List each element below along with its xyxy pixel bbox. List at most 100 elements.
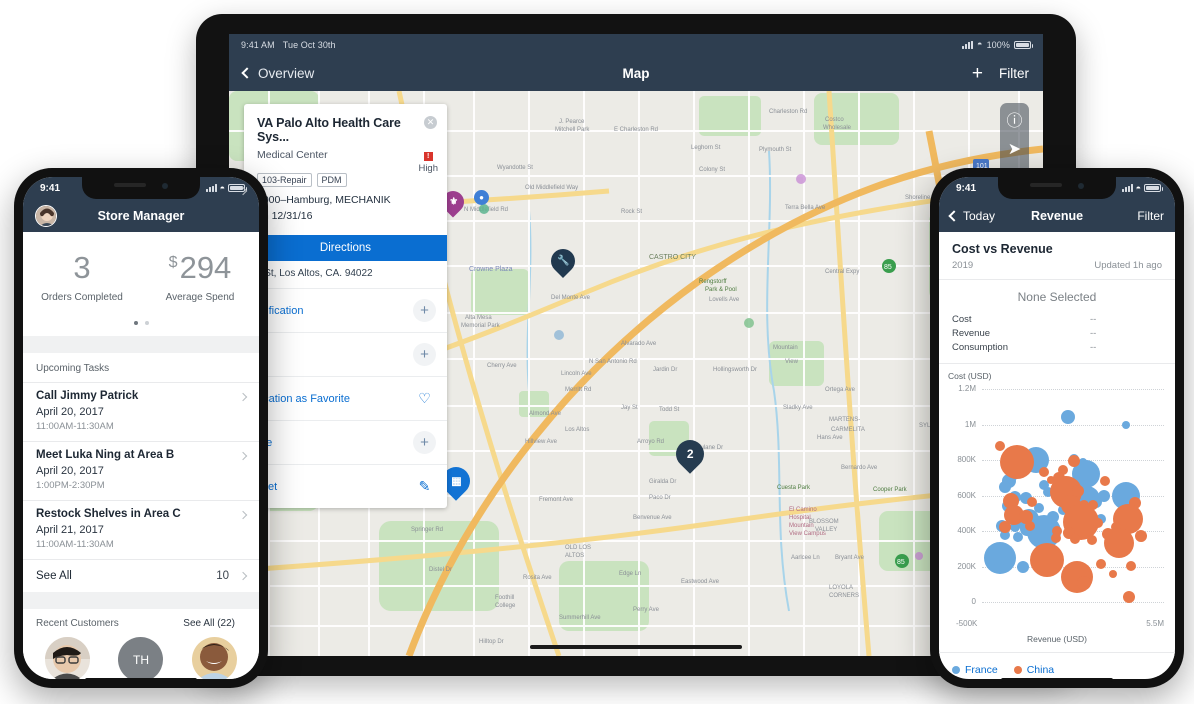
filter-button[interactable]: Filter xyxy=(1137,209,1164,223)
svg-text:Giralda Dr: Giralda Dr xyxy=(649,479,676,485)
store-manager-screen: 9:41 ◓ Store Manager 3 Orders Completed … xyxy=(23,177,259,679)
ipad-home-indicator[interactable] xyxy=(530,645,742,649)
ipad-status-date: Tue Oct 30th xyxy=(282,39,336,50)
action-row-favorite[interactable]: ocation as Favorite ♡ xyxy=(244,377,447,422)
svg-text:Wholesale: Wholesale xyxy=(823,125,852,131)
action-row-job[interactable]: ib + xyxy=(244,333,447,378)
page-dots[interactable] xyxy=(23,315,259,336)
close-icon[interactable]: ✕ xyxy=(424,116,437,129)
selection-key: Consumption xyxy=(952,341,1008,353)
chart-bubble-china[interactable] xyxy=(1092,518,1103,528)
info-icon[interactable]: ⓘ xyxy=(1005,109,1024,130)
map-badge-secondary[interactable]: ● xyxy=(474,190,489,205)
add-button[interactable]: + xyxy=(972,64,983,83)
navigate-icon[interactable]: ➤ xyxy=(1005,139,1024,158)
svg-text:Bernardo Ave: Bernardo Ave xyxy=(841,465,878,471)
customers-see-all-button[interactable]: See All (22) xyxy=(183,618,235,629)
action-row-asset[interactable]: sset ✎ xyxy=(244,465,447,508)
chart-bubble-china[interactable] xyxy=(1067,454,1080,467)
back-button[interactable]: Overview xyxy=(241,66,314,81)
task-list-item[interactable]: Call Jimmy Patrick April 20, 2017 11:00A… xyxy=(23,382,259,441)
chart-title: Cost vs Revenue xyxy=(952,242,1053,256)
y-axis-tick: 0 xyxy=(971,597,976,606)
chart-bubble-france[interactable] xyxy=(1060,410,1075,425)
svg-text:Memorial Park: Memorial Park xyxy=(461,323,501,329)
customer-item[interactable]: TH Timo Flower xyxy=(113,637,169,679)
phone-notch xyxy=(82,177,200,199)
chart-bubble-china[interactable] xyxy=(998,521,1011,534)
plus-icon[interactable]: + xyxy=(413,343,436,367)
avatar[interactable] xyxy=(35,204,57,227)
chart-bubble-china[interactable] xyxy=(1125,560,1136,571)
heart-icon[interactable]: ♡ xyxy=(413,387,436,410)
chart-plot-area[interactable]: 1.2M 1M 800K 600K 400K 200K 0 xyxy=(948,383,1166,618)
chart-bubble-china[interactable] xyxy=(1070,533,1080,544)
map-canvas[interactable]: J. Pearce Mitchell Park Costco Wholesale C… xyxy=(229,91,1043,656)
svg-text:Distel Dr: Distel Dr xyxy=(429,567,452,573)
chart-bubble-china[interactable] xyxy=(1103,528,1134,559)
chart-bubble-france[interactable] xyxy=(1016,561,1029,574)
svg-text:Cooper Park: Cooper Park xyxy=(873,487,908,493)
svg-text:Alta Mesa: Alta Mesa xyxy=(465,315,492,321)
chart-bubble-france[interactable] xyxy=(1013,532,1023,543)
filter-button[interactable]: Filter xyxy=(999,66,1029,81)
edit-icon[interactable]: ✎ xyxy=(413,475,436,498)
chart-bubble-china[interactable] xyxy=(1086,534,1097,545)
chart-bubble-china[interactable] xyxy=(1025,520,1035,531)
home-indicator[interactable] xyxy=(1001,678,1113,682)
chart-bubble-france[interactable] xyxy=(993,561,1004,572)
svg-text:85: 85 xyxy=(884,264,892,271)
chart-bubble-china[interactable] xyxy=(1095,558,1106,569)
svg-text:Wyandotte St: Wyandotte St xyxy=(497,165,533,171)
priority-badge: High xyxy=(418,152,438,174)
page-dot-active[interactable] xyxy=(133,321,138,325)
chart-bubble-china[interactable] xyxy=(1123,590,1135,603)
see-all-tasks-button[interactable]: See All 10 xyxy=(23,559,259,592)
chart-bubble-china[interactable] xyxy=(999,444,1034,479)
selection-key: Revenue xyxy=(952,327,991,339)
status-time: 9:41 xyxy=(956,182,977,194)
directions-button[interactable]: Directions xyxy=(244,235,447,262)
kpi-orders-value: 3 xyxy=(73,250,91,285)
svg-text:J. Pearce: J. Pearce xyxy=(559,119,585,125)
chart-bubble-france[interactable] xyxy=(1122,420,1130,429)
home-indicator[interactable] xyxy=(85,678,197,682)
chart-bubble-france[interactable] xyxy=(998,480,1011,493)
chart-bubble-china[interactable] xyxy=(1026,496,1037,507)
location-callout-card: VA Palo Alto Health Care Sys... Medical … xyxy=(244,104,447,509)
chart-bubble-china[interactable] xyxy=(1029,543,1064,578)
chart-icon: ▦ xyxy=(450,475,462,488)
page-dot[interactable] xyxy=(144,321,149,325)
chart-bubble-china[interactable] xyxy=(1050,533,1061,544)
task-list-item[interactable]: Restock Shelves in Area C April 21, 2017… xyxy=(23,500,259,559)
chart-bubble-china[interactable] xyxy=(1135,530,1147,543)
y-axis-tick: 600K xyxy=(957,490,976,500)
chart-bubble-china[interactable] xyxy=(1100,476,1110,487)
plus-icon[interactable]: + xyxy=(413,431,436,455)
ipad-battery-percent: 100% xyxy=(986,39,1010,50)
currency-symbol: $ xyxy=(168,253,178,271)
plus-icon[interactable]: + xyxy=(413,299,436,323)
svg-text:Lincoln Ave: Lincoln Ave xyxy=(561,371,592,377)
chart-bubble-china[interactable] xyxy=(1038,466,1049,477)
chart-bubble-china[interactable] xyxy=(1108,570,1117,579)
action-row-notification[interactable]: otification + xyxy=(244,289,447,334)
chart-bubble-china[interactable] xyxy=(1077,576,1091,591)
avatar xyxy=(191,637,237,679)
kpi-row: 3 Orders Completed $294 Average Spend xyxy=(23,232,259,315)
svg-text:Foothill: Foothill xyxy=(495,595,514,601)
task-list-item[interactable]: Meet Luka Ning at Area B April 20, 2017 … xyxy=(23,441,259,500)
scatter-chart[interactable]: Cost (USD) 1.2M 1M 800K 600K 400K 200K 0 -500K… xyxy=(939,363,1175,644)
svg-text:Plymouth St: Plymouth St xyxy=(759,147,792,153)
legend-item-france[interactable]: France xyxy=(952,664,998,676)
legend-item-china[interactable]: China xyxy=(1013,664,1054,676)
svg-text:Cuesta Park: Cuesta Park xyxy=(777,485,811,491)
chart-bubble-china[interactable] xyxy=(995,440,1005,451)
page-title: Map xyxy=(622,65,650,81)
svg-text:Colony St: Colony St xyxy=(699,167,725,173)
task-time: 1:00PM-2:30PM xyxy=(36,480,105,491)
svg-text:OLD LOS: OLD LOS xyxy=(565,545,591,551)
customer-item[interactable]: Kim Kilgore xyxy=(186,637,242,679)
customer-item[interactable]: Franck Syren xyxy=(40,637,96,679)
action-row-note[interactable]: ote + xyxy=(244,421,447,466)
